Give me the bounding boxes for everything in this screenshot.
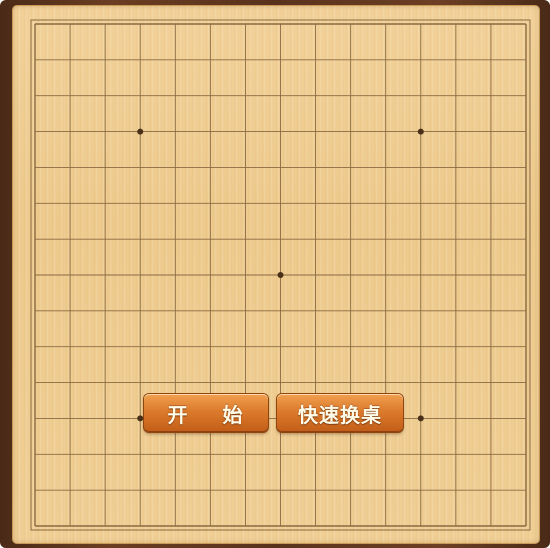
star-point [417,128,424,135]
board-frame [0,0,550,548]
start-button[interactable]: 开 始 [144,394,268,432]
quick-switch-table-button[interactable]: 快速换桌 [277,394,403,432]
star-point [417,415,424,422]
star-point [137,415,144,422]
star-point [277,272,284,278]
go-board[interactable] [12,5,540,544]
board-grid[interactable] [12,5,540,544]
star-point [137,128,144,135]
